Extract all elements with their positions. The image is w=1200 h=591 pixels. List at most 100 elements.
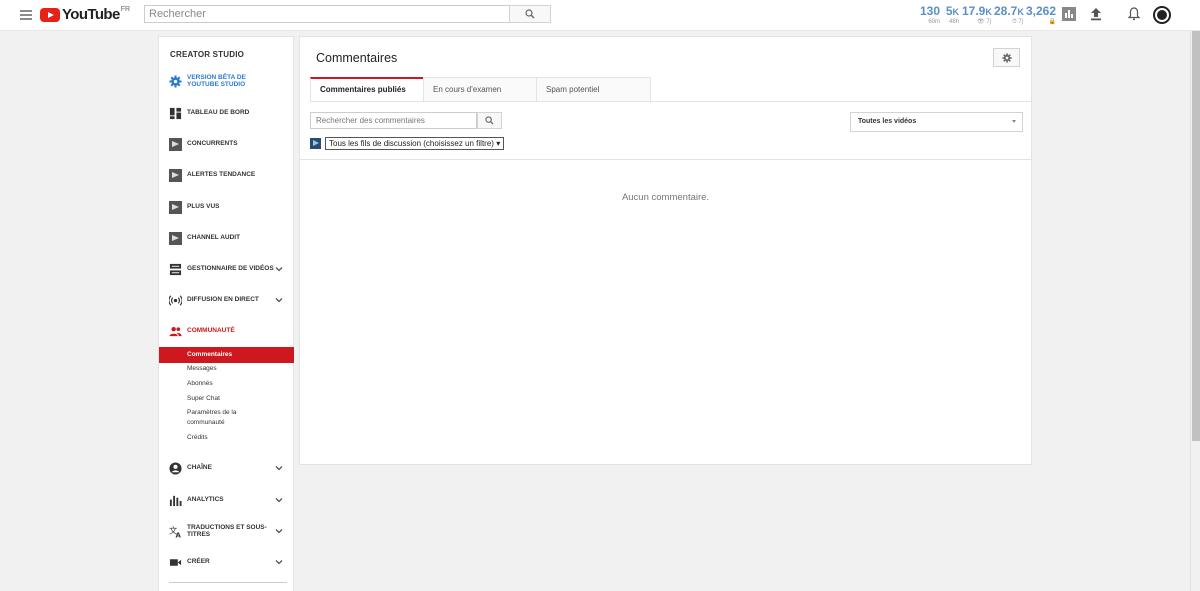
- sidebar-item-plus-vus[interactable]: PLUS VUS: [159, 200, 293, 214]
- sidebar-item-studio-beta[interactable]: VERSION BÊTA DE YOUTUBE STUDIO: [159, 73, 293, 89]
- stat-subscribers[interactable]: 3,262 🔒: [1026, 5, 1056, 26]
- notifications-button[interactable]: [1127, 7, 1144, 23]
- chevron-down-icon: [275, 267, 283, 272]
- stat-value: 17.9: [962, 4, 986, 18]
- video-filter-dropdown[interactable]: Toutes les vidéos: [850, 112, 1023, 132]
- upload-button[interactable]: [1090, 7, 1106, 23]
- search-button[interactable]: [509, 5, 551, 23]
- sidebar-item-label: TRADUCTIONS ET SOUS-TITRES: [187, 523, 267, 539]
- sidebar-item-channel-audit[interactable]: CHANNEL AUDIT: [159, 231, 293, 245]
- search-icon: [525, 9, 535, 19]
- stat-views-7d[interactable]: 17.9K 👁 7j: [962, 4, 992, 26]
- stat-period: 60m: [928, 19, 940, 25]
- thread-filter-value: Tous les fils de discussion (choisissez …: [329, 139, 494, 148]
- extension-icon: [169, 200, 182, 214]
- youtube-logo[interactable]: YouTube FR: [40, 6, 130, 25]
- search-icon: [485, 116, 494, 125]
- stat-period: ⏱ 7j: [1011, 19, 1023, 25]
- dashboard-icon: [169, 107, 182, 119]
- stat-value: 5: [945, 4, 953, 18]
- sidebar-title: CREATOR STUDIO: [170, 50, 245, 59]
- tab-potential-spam[interactable]: Spam potentiel: [536, 77, 651, 102]
- dropdown-arrow-icon: ▾: [496, 139, 501, 148]
- sidebar-subitem-comments[interactable]: Commentaires: [159, 347, 294, 363]
- sidebar-item-community[interactable]: COMMUNAUTÉ: [159, 324, 293, 338]
- youtube-play-icon: [40, 8, 60, 22]
- chevron-down-icon: [275, 298, 283, 303]
- empty-state-message: Aucun commentaire.: [621, 192, 710, 203]
- sidebar-item-label: VERSION BÊTA DE YOUTUBE STUDIO: [187, 73, 246, 89]
- extension-icon: [169, 137, 182, 151]
- account-icon: [169, 461, 182, 475]
- scrollbar-thumb[interactable]: [1192, 31, 1200, 441]
- sidebar-divider: [169, 582, 287, 583]
- stat-realtime-48h[interactable]: 5K 48h: [944, 5, 959, 26]
- sidebar-item-label: CRÉER: [187, 558, 210, 566]
- tabs-divider: [310, 101, 1032, 102]
- sidebar-item-label: PLUS VUS: [187, 203, 220, 211]
- video-filter-value: Toutes les vidéos: [858, 118, 917, 125]
- analytics-button[interactable]: [1062, 7, 1078, 23]
- sidebar-subitem-super-chat[interactable]: Super Chat: [187, 394, 220, 404]
- sidebar-subitem-community-settings[interactable]: Paramètres de la communauté: [187, 408, 257, 428]
- extension-icon: [169, 231, 182, 245]
- sidebar-item-analytics[interactable]: ANALYTICS: [159, 493, 293, 507]
- sidebar-item-alertes-tendance[interactable]: ALERTES TENDANCE: [159, 168, 293, 182]
- page-scrollbar[interactable]: [1190, 31, 1200, 591]
- upload-icon: [1091, 8, 1101, 21]
- community-icon: [169, 326, 182, 336]
- sidebar-item-translations[interactable]: 文A TRADUCTIONS ET SOUS-TITRES: [159, 521, 293, 541]
- chevron-down-icon: [275, 529, 283, 534]
- sidebar-item-channel[interactable]: CHAÎNE: [159, 461, 293, 475]
- video-manager-icon: [169, 263, 182, 275]
- sidebar-item-label: GESTIONNAIRE DE VIDÉOS: [187, 265, 274, 273]
- search-input[interactable]: Rechercher: [144, 5, 510, 23]
- comment-search-button[interactable]: [477, 112, 502, 129]
- stat-value: 28.7: [994, 4, 1018, 18]
- stat-value: 3,262: [1026, 4, 1057, 18]
- gear-icon: [1001, 52, 1012, 63]
- sidebar-item-label: ALERTES TENDANCE: [187, 171, 256, 179]
- sidebar-subitem-label: Commentaires: [187, 351, 233, 358]
- avatar[interactable]: [1153, 6, 1171, 24]
- sidebar-item-label: DIFFUSION EN DIRECT: [187, 296, 259, 304]
- stat-realtime-60m[interactable]: 130 60m: [918, 5, 940, 26]
- tab-under-review[interactable]: En cours d'examen: [423, 77, 537, 102]
- sidebar-item-label: CHAÎNE: [187, 464, 212, 472]
- menu-icon[interactable]: [20, 10, 32, 20]
- bell-icon: [1127, 7, 1141, 21]
- sidebar-item-label: CONCURRENTS: [187, 140, 238, 148]
- sidebar-subitem-credits[interactable]: Crédits: [187, 433, 208, 443]
- thread-filter-select[interactable]: Tous les fils de discussion (choisissez …: [325, 137, 505, 150]
- sidebar-subitem-subscribers[interactable]: Abonnés: [187, 379, 213, 389]
- chevron-down-icon: [275, 498, 283, 503]
- svg-text:A: A: [176, 532, 182, 538]
- top-bar: YouTube FR Rechercher 130 60m 5K 48h 17.…: [0, 0, 1200, 31]
- logo-region: FR: [120, 6, 131, 13]
- extension-icon[interactable]: [310, 138, 321, 149]
- comment-search-input[interactable]: Rechercher des commentaires: [310, 112, 477, 129]
- sidebar-item-label: TABLEAU DE BORD: [187, 109, 250, 117]
- stat-period: 👁 7j: [977, 19, 991, 25]
- sidebar-item-label: ANALYTICS: [187, 496, 224, 504]
- sidebar-item-concurrents[interactable]: CONCURRENTS: [159, 137, 293, 151]
- gear-icon: [169, 74, 182, 88]
- stat-period: 🔒: [1048, 19, 1056, 25]
- tab-published-comments[interactable]: Commentaires publiés: [310, 77, 424, 102]
- sidebar-item-create[interactable]: CRÉER: [159, 555, 293, 569]
- sidebar-subitem-messages[interactable]: Messages: [187, 364, 217, 374]
- sidebar-item-live[interactable]: DIFFUSION EN DIRECT: [159, 293, 293, 307]
- content-divider: [300, 159, 1031, 160]
- camera-icon: [169, 558, 182, 566]
- sidebar-item-video-manager[interactable]: GESTIONNAIRE DE VIDÉOS: [159, 262, 293, 276]
- page-title: Commentaires: [316, 51, 398, 65]
- analytics-icon: [169, 495, 182, 506]
- sidebar-item-label: COMMUNAUTÉ: [187, 327, 235, 335]
- stat-watchtime-7d[interactable]: 28.7K ⏱ 7j: [994, 4, 1024, 26]
- analytics-icon: [1062, 7, 1076, 21]
- translate-icon: 文A: [169, 525, 182, 538]
- sidebar: CREATOR STUDIO VERSION BÊTA DE YOUTUBE S…: [158, 36, 294, 591]
- sidebar-item-dashboard[interactable]: TABLEAU DE BORD: [159, 106, 293, 120]
- chevron-down-icon: [275, 560, 283, 565]
- settings-button[interactable]: [993, 48, 1020, 67]
